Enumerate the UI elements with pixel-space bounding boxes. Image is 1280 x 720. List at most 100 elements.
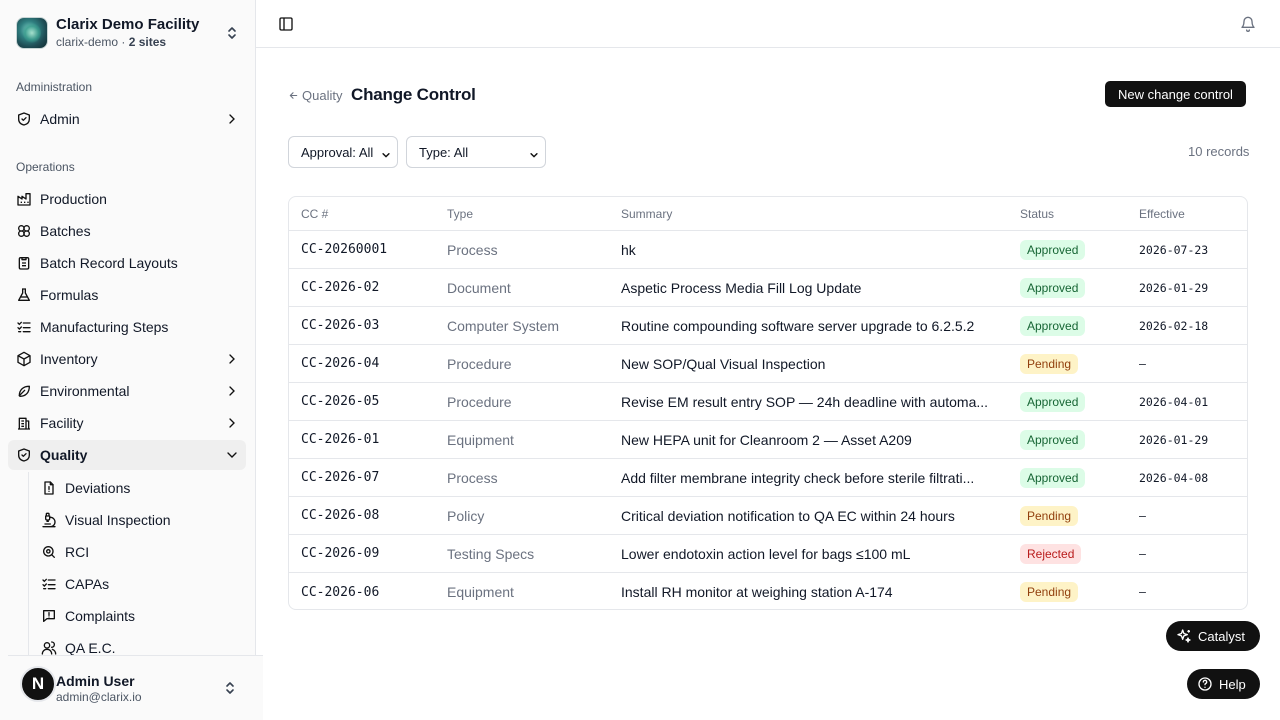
status-cell: Rejected [1008, 543, 1127, 564]
effective-date: – [1139, 356, 1146, 371]
summary-cell: Routine compounding software server upgr… [621, 317, 975, 334]
sidebar-item-quality[interactable]: Quality [8, 440, 246, 470]
column-header-summary[interactable]: Summary [609, 207, 1008, 221]
sidebar-item-label: QA E.C. [65, 640, 116, 656]
sidebar-item-label: Visual Inspection [65, 512, 171, 528]
approval-filter-value: Approval: All [301, 144, 374, 160]
table-row[interactable]: CC-2026-01 Equipment New HEPA unit for Cle… [289, 421, 1247, 459]
summary-cell: Install RH monitor at weighing station A… [621, 584, 893, 600]
summary-cell: Aspetic Process Media Fill Log Update [621, 279, 862, 296]
users-icon [41, 640, 57, 656]
type-cell: Equipment [447, 431, 514, 448]
sidebar-item-batch-record-layouts[interactable]: Batch Record Layouts [8, 248, 246, 278]
status-cell: Approved [1008, 467, 1127, 488]
sidebar-item-facility[interactable]: Facility [8, 408, 246, 438]
org-slug: clarix-demo [56, 35, 119, 49]
approval-filter-select[interactable]: Approval: All [288, 136, 398, 168]
panel-left-icon[interactable] [278, 16, 294, 32]
cc-number[interactable]: CC-2026-06 [289, 585, 435, 600]
cc-number[interactable]: CC-2026-09 [289, 546, 435, 561]
sidebar-item-rci[interactable]: RCI [33, 538, 243, 566]
table-row[interactable]: CC-2026-06 Equipment Install RH monitor at… [289, 573, 1247, 609]
change-control-table: CC # Type Summary Status Effective CC-20… [288, 196, 1248, 610]
sidebar-item-visual-inspection[interactable]: Visual Inspection [33, 506, 243, 534]
status-cell: Approved [1008, 391, 1127, 412]
type-filter-select[interactable]: Type: All [406, 136, 546, 168]
cc-number[interactable]: CC-2026-07 [289, 470, 435, 485]
cc-number[interactable]: CC-2026-01 [289, 432, 435, 447]
column-header-type[interactable]: Type [435, 207, 609, 221]
status-cell: Approved [1008, 315, 1127, 336]
table-row[interactable]: CC-2026-02 Document Aspetic Process Media … [289, 269, 1247, 307]
status-cell: Approved [1008, 239, 1127, 260]
org-logo [16, 17, 48, 49]
breadcrumb[interactable]: Quality [288, 88, 342, 103]
sidebar-item-capas[interactable]: CAPAs [33, 570, 243, 598]
summary-cell: Revise EM result entry SOP — 24h deadlin… [621, 393, 989, 410]
status-badge: Approved [1020, 391, 1086, 412]
new-change-control-button[interactable]: New change control [1105, 81, 1246, 107]
table-row[interactable]: CC-2026-08 Policy Critical deviation notif… [289, 497, 1247, 535]
user-email: admin@clarix.io [56, 690, 142, 704]
sidebar-item-label: Facility [40, 415, 84, 431]
cc-number[interactable]: CC-2026-08 [289, 508, 435, 523]
effective-date: – [1139, 508, 1146, 523]
chevron-right-icon [224, 111, 240, 127]
column-header-effective[interactable]: Effective [1127, 207, 1247, 221]
status-cell: Pending [1008, 505, 1127, 526]
sidebar-item-admin[interactable]: Admin [8, 104, 246, 134]
effective-date: 2026-02-18 [1139, 318, 1209, 333]
cc-number[interactable]: CC-2026-05 [289, 394, 435, 409]
sidebar-item-label: Production [40, 191, 107, 207]
org-name: Clarix Demo Facility [56, 16, 200, 33]
cc-number[interactable]: CC-2026-04 [289, 356, 435, 371]
chevron-right-icon [224, 415, 240, 431]
sidebar-item-deviations[interactable]: Deviations [33, 474, 243, 502]
sidebar-item-environmental[interactable]: Environmental [8, 376, 246, 406]
org-subtitle: clarix-demo · 2 sites [56, 34, 224, 50]
table-row[interactable]: CC-2026-05 Procedure Revise EM result entr… [289, 383, 1247, 421]
sidebar-item-inventory[interactable]: Inventory [8, 344, 246, 374]
chevrons-up-down-icon [224, 25, 240, 41]
type-cell: Procedure [447, 355, 512, 372]
table-row[interactable]: CC-2026-09 Testing Specs Lower endotoxin a… [289, 535, 1247, 573]
sidebar-item-label: Inventory [40, 351, 98, 367]
help-label: Help [1219, 676, 1246, 692]
status-cell: Approved [1008, 429, 1127, 450]
sidebar-item-label: Quality [40, 447, 88, 463]
table-row[interactable]: CC-2026-03 Computer System Routine compoun… [289, 307, 1247, 345]
chevron-down-icon [224, 447, 240, 463]
table-row[interactable]: CC-2026-04 Procedure New SOP/Qual Visual I… [289, 345, 1247, 383]
building-icon [16, 415, 32, 431]
sidebar-item-complaints[interactable]: Complaints [33, 602, 243, 630]
table-row[interactable]: CC-2026-07 Process Add filter membrane int… [289, 459, 1247, 497]
effective-date: 2026-04-01 [1139, 394, 1209, 409]
summary-cell: New HEPA unit for Cleanroom 2 — Asset A2… [621, 431, 912, 448]
sidebar-item-manufacturing-steps[interactable]: Manufacturing Steps [8, 312, 246, 342]
table-header: CC # Type Summary Status Effective [289, 197, 1247, 231]
column-header-cc[interactable]: CC # [289, 207, 435, 221]
chevron-right-icon [224, 383, 240, 399]
leaf-icon [16, 383, 32, 399]
section-administration: Administration [16, 80, 93, 94]
clipboard-icon [16, 255, 32, 271]
catalyst-button[interactable]: Catalyst [1166, 621, 1260, 651]
breadcrumb-link: Quality [302, 88, 343, 103]
cc-number[interactable]: CC-2026-02 [289, 280, 435, 295]
cc-number[interactable]: CC-2026-03 [289, 318, 435, 333]
status-cell: Pending [1008, 582, 1127, 602]
cc-number[interactable]: CC-20260001 [289, 242, 435, 257]
section-operations: Operations [16, 160, 75, 174]
org-switcher[interactable]: Clarix Demo Facility clarix-demo · 2 sit… [16, 16, 240, 50]
user-menu[interactable]: N Admin User admin@clarix.io [8, 655, 263, 720]
bell-icon[interactable] [1240, 16, 1256, 32]
sidebar-item-batches[interactable]: Batches [8, 216, 246, 246]
sidebar-item-formulas[interactable]: Formulas [8, 280, 246, 310]
type-cell: Computer System [447, 317, 560, 334]
table-row[interactable]: CC-20260001 Process hk Approved 2026-07-23 [289, 231, 1247, 269]
table-body: CC-20260001 Process hk Approved 2026-07-23 CC… [289, 231, 1247, 609]
type-cell: Document [447, 279, 511, 296]
sidebar-item-production[interactable]: Production [8, 184, 246, 214]
column-header-status[interactable]: Status [1008, 207, 1127, 221]
help-button[interactable]: Help [1187, 669, 1260, 699]
